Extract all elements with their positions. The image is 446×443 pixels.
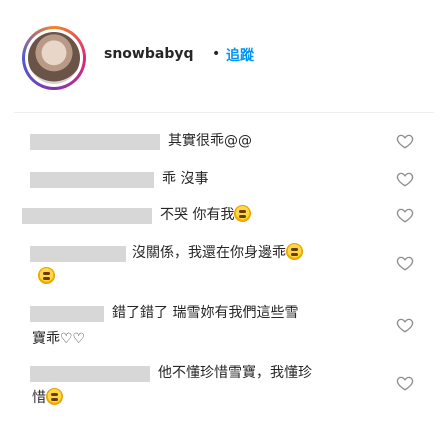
like-heart-icon[interactable] [396,254,414,272]
comment-text-line2 [38,267,55,287]
header-divider [14,112,434,113]
redacted-username [30,306,104,322]
like-heart-icon[interactable] [396,316,414,334]
comment-text: 錯了錯了 瑞雪妳有我們這些雪 [112,305,299,321]
redacted-username [30,172,154,188]
comment-text-line2: 寶乖♡♡ [32,331,86,347]
like-heart-icon[interactable] [396,206,414,224]
follow-button[interactable]: 追蹤 [226,45,254,65]
comment-text: 他不懂珍惜雪寶，我懂珍 [158,365,312,381]
redacted-username [22,208,152,224]
redacted-username [30,134,160,150]
separator-dot: • [212,46,221,62]
comment-text-line2: 惜 [32,388,63,408]
username[interactable]: snowbabyq [104,46,194,62]
redacted-username [30,246,126,262]
like-heart-icon[interactable] [396,170,414,188]
laughing-emoji-icon [38,267,55,284]
comment-text: 乖 沒事 [162,171,209,187]
laughing-emoji-icon [286,243,303,260]
redacted-username [30,366,150,382]
like-heart-icon[interactable] [396,132,414,150]
laughing-emoji-icon [234,205,252,222]
laughing-emoji-icon [46,388,63,405]
comment-text-body: 不哭 你有我 [160,207,235,223]
comment-text: 沒關係，我還在你身邊乖 [132,243,303,263]
avatar[interactable] [28,32,80,84]
post-header: snowbabyq • 追蹤 [0,0,446,112]
comment-text-body: 惜 [32,390,46,406]
like-heart-icon[interactable] [396,374,414,392]
comment-text: 不哭 你有我 [160,205,252,225]
story-ring[interactable] [22,26,86,90]
comment-text-body: 沒關係，我還在你身邊乖 [132,245,286,261]
comment-text: 其實很乖@@ [168,133,252,149]
